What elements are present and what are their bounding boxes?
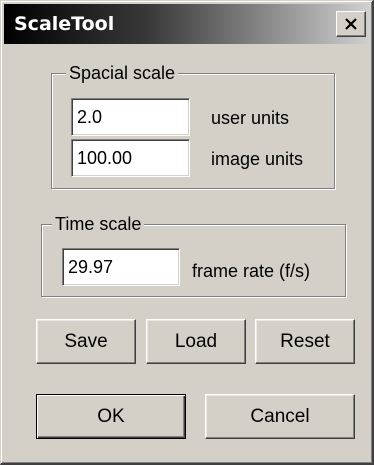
load-button[interactable]: Load: [146, 319, 246, 364]
user-units-input[interactable]: [71, 98, 190, 136]
save-button[interactable]: Save: [36, 319, 136, 364]
frame-rate-label: frame rate (f/s): [192, 261, 311, 281]
ok-button[interactable]: OK: [36, 394, 186, 439]
time-scale-label: Time scale: [52, 212, 145, 236]
image-units-input[interactable]: [71, 139, 190, 177]
reset-button[interactable]: Reset: [255, 319, 355, 364]
spacial-scale-label: Spacial scale: [66, 61, 179, 85]
image-units-label: image units: [211, 149, 304, 169]
close-icon: [344, 18, 358, 30]
title-bar[interactable]: ScaleTool: [4, 4, 370, 44]
window-title: ScaleTool: [14, 13, 115, 35]
cancel-button[interactable]: Cancel: [205, 394, 355, 439]
close-button[interactable]: [336, 11, 366, 37]
frame-rate-input[interactable]: [62, 248, 180, 286]
user-units-label: user units: [211, 108, 290, 128]
scaletool-dialog: ScaleTool Spacial scale user units image…: [0, 0, 374, 465]
